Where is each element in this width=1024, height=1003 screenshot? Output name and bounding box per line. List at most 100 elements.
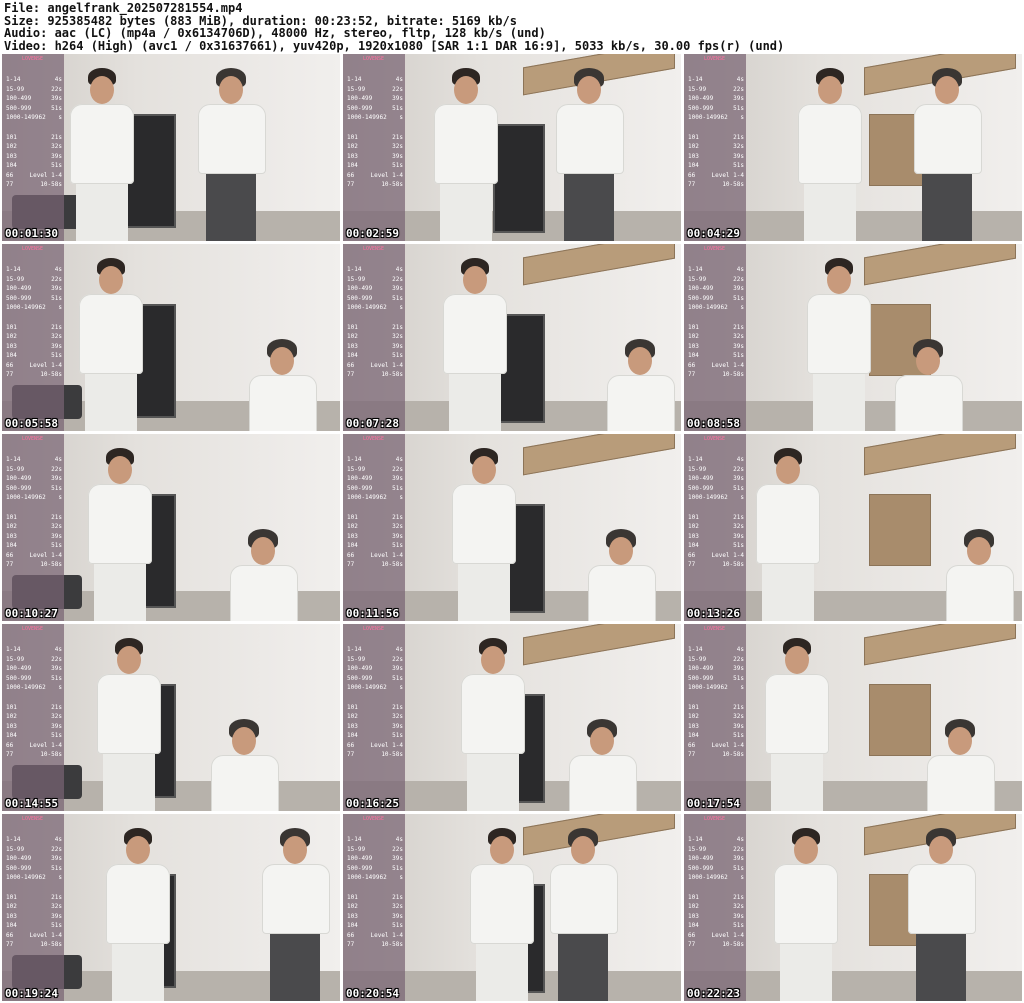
tip-range: 102 xyxy=(6,903,17,910)
tip-value: 22s xyxy=(733,845,744,853)
tip-value: 39s xyxy=(733,342,744,350)
video-thumbnail[interactable]: LOVENSE 1-14 4s 15-99 22s 100-499 39s 500-999 51… xyxy=(343,814,681,1001)
video-thumbnail[interactable]: LOVENSE 1-14 4s 15-99 22s 100-499 39s 500-999 51… xyxy=(343,434,681,621)
tip-menu-row: 100-499 39s xyxy=(6,475,62,485)
tip-range: 1-14 xyxy=(688,646,703,653)
tip-value: 4s xyxy=(736,456,744,463)
person-standing xyxy=(89,638,169,811)
tip-value: Level 1-4 xyxy=(711,931,744,939)
tip-range: 77 xyxy=(688,751,696,758)
thumbnail-timestamp: 00:10:27 xyxy=(5,607,58,620)
video-thumbnail[interactable]: LOVENSE 1-14 4s 15-99 22s 100-499 39s 500-999 51… xyxy=(2,54,340,241)
tip-menu-row: 66 Level 1-4 xyxy=(6,172,62,182)
tip-value: Level 1-4 xyxy=(29,551,62,559)
tip-value: 10-58s xyxy=(722,371,744,378)
person-second xyxy=(908,68,988,241)
tip-value: 10-58s xyxy=(40,561,62,568)
tip-range: 66 xyxy=(688,171,696,179)
tip-range: 101 xyxy=(688,323,699,331)
person-standing xyxy=(757,638,837,811)
video-thumbnail[interactable]: LOVENSE 1-14 4s 15-99 22s 100-499 39s 500-999 51… xyxy=(343,54,681,241)
tip-value: 39s xyxy=(733,665,744,672)
tip-range: 103 xyxy=(688,152,699,160)
tip-value: 32s xyxy=(392,143,403,150)
tip-range: 15-99 xyxy=(6,845,25,853)
video-thumbnail[interactable]: LOVENSE 1-14 4s 15-99 22s 100-499 39s 500-999 51… xyxy=(2,244,340,431)
tip-menu-row: 77 10-58s xyxy=(6,181,62,191)
tip-menu-row: 1000-149962 s xyxy=(6,684,62,694)
video-thumbnail[interactable]: LOVENSE 1-14 4s 15-99 22s 100-499 39s 500-999 51… xyxy=(684,624,1022,811)
tip-value: 39s xyxy=(51,722,62,730)
tip-value: Level 1-4 xyxy=(711,551,744,559)
tip-value: 10-58s xyxy=(381,371,403,378)
tip-menu-row: 66 Level 1-4 xyxy=(6,742,62,752)
tip-range: 15-99 xyxy=(347,655,366,663)
video-thumbnail[interactable]: LOVENSE 1-14 4s 15-99 22s 100-499 39s 500-999 51… xyxy=(2,814,340,1001)
person-standing xyxy=(462,828,542,1001)
tip-menu-row: 77 10-58s xyxy=(688,751,744,761)
tip-menu-row: 101 21s xyxy=(6,514,62,524)
tip-range: 101 xyxy=(688,513,699,521)
tip-menu-row: 100-499 39s xyxy=(688,665,744,675)
tip-value: 21s xyxy=(392,133,403,141)
tip-menu-row: 1000-149962 s xyxy=(688,114,744,124)
tip-menu-row: 500-999 51s xyxy=(347,105,403,115)
tip-range: 100-499 xyxy=(347,665,373,672)
video-thumbnail[interactable]: LOVENSE 1-14 4s 15-99 22s 100-499 39s 500-999 51… xyxy=(684,244,1022,431)
tip-menu-row: 102 32s xyxy=(688,333,744,343)
video-thumbnail[interactable]: LOVENSE 1-14 4s 15-99 22s 100-499 39s 500-999 51… xyxy=(684,814,1022,1001)
tip-menu-row: 102 32s xyxy=(6,523,62,533)
tip-value: 10-58s xyxy=(381,751,403,758)
tip-menu-overlay: LOVENSE 1-14 4s 15-99 22s 100-499 39s 500-999 51… xyxy=(684,244,746,431)
video-thumbnail[interactable]: LOVENSE 1-14 4s 15-99 22s 100-499 39s 500-999 51… xyxy=(2,434,340,621)
overlay-brand-label: LOVENSE xyxy=(363,436,385,442)
person-second xyxy=(224,529,304,621)
tip-range: 104 xyxy=(347,922,358,929)
video-thumbnail[interactable]: LOVENSE 1-14 4s 15-99 22s 100-499 39s 500-999 51… xyxy=(684,54,1022,241)
tip-menu-row: 104 51s xyxy=(347,162,403,172)
tip-value: 39s xyxy=(392,475,403,482)
tip-value: 4s xyxy=(54,266,62,273)
tip-value: 51s xyxy=(733,922,744,929)
tip-value: 39s xyxy=(51,285,62,292)
tip-menu-row: 15-99 22s xyxy=(347,466,403,476)
video-thumbnail[interactable]: LOVENSE 1-14 4s 15-99 22s 100-499 39s 500-999 51… xyxy=(343,244,681,431)
tip-range: 1000-149962 xyxy=(347,684,387,691)
video-thumbnail[interactable]: LOVENSE 1-14 4s 15-99 22s 100-499 39s 500-999 51… xyxy=(684,434,1022,621)
tip-menu-row: 500-999 51s xyxy=(688,105,744,115)
file-name-line: File: angelfrank_202507281554.mp4 xyxy=(4,1,243,15)
tip-range: 500-999 xyxy=(6,104,32,112)
tip-range: 103 xyxy=(6,152,17,160)
video-thumbnail[interactable]: LOVENSE 1-14 4s 15-99 22s 100-499 39s 500-999 51… xyxy=(343,624,681,811)
tip-menu-row: 1-14 4s xyxy=(6,266,62,276)
tip-range: 500-999 xyxy=(6,674,32,682)
tip-range: 102 xyxy=(6,523,17,530)
tip-range: 500-999 xyxy=(688,674,714,682)
tip-menu-row: 104 51s xyxy=(688,732,744,742)
tip-menu-row: 1-14 4s xyxy=(688,76,744,86)
person-standing xyxy=(62,68,142,241)
tip-menu-row: 101 21s xyxy=(347,894,403,904)
tip-value: 51s xyxy=(392,864,403,872)
tip-value: 51s xyxy=(733,294,744,302)
tip-value: 51s xyxy=(51,674,62,682)
tip-range: 100-499 xyxy=(688,665,714,672)
tip-range: 500-999 xyxy=(688,294,714,302)
tip-range: 1000-149962 xyxy=(6,684,46,691)
tip-menu-row: 101 21s xyxy=(347,134,403,144)
tip-value: 4s xyxy=(736,836,744,843)
tip-menu-row: 77 10-58s xyxy=(347,371,403,381)
tip-menu-row: 500-999 51s xyxy=(6,485,62,495)
tip-menu-row: 15-99 22s xyxy=(347,86,403,96)
tip-range: 100-499 xyxy=(347,855,373,862)
tip-range: 500-999 xyxy=(347,104,373,112)
tip-menu-overlay: LOVENSE 1-14 4s 15-99 22s 100-499 39s 500-999 51… xyxy=(2,244,64,431)
tip-value: 39s xyxy=(733,475,744,482)
tip-menu-row: 104 51s xyxy=(688,162,744,172)
person-second xyxy=(902,828,982,1001)
tip-menu-row: 1000-149962 s xyxy=(688,684,744,694)
video-thumbnail[interactable]: LOVENSE 1-14 4s 15-99 22s 100-499 39s 500-999 51… xyxy=(2,624,340,811)
tip-menu-row: 102 32s xyxy=(347,523,403,533)
tip-value: 4s xyxy=(395,836,403,843)
tip-menu-row: 103 39s xyxy=(688,153,744,163)
